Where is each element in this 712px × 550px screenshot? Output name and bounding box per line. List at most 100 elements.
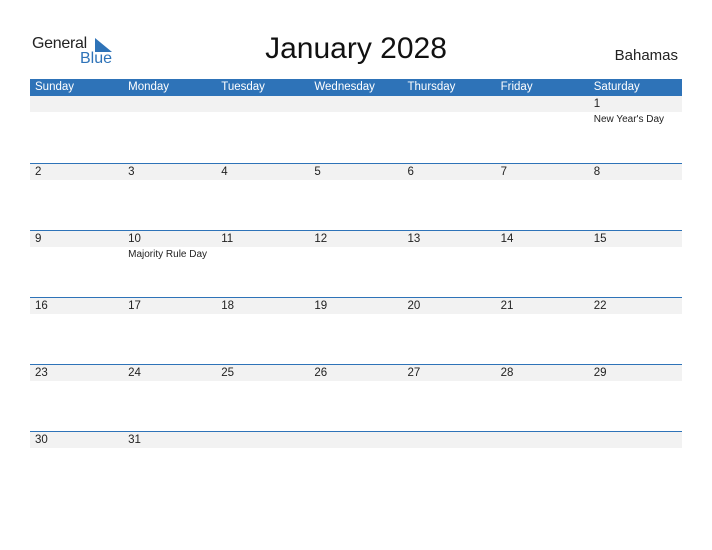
weekday-thursday: Thursday: [407, 81, 456, 93]
country-label: Bahamas: [614, 47, 678, 64]
day-number: 11: [216, 231, 310, 247]
day-number: 14: [495, 231, 589, 247]
day-number: 20: [402, 298, 496, 314]
day-cell: [216, 96, 310, 163]
day-cell: [216, 432, 310, 498]
day-cell: [402, 432, 496, 498]
day-cell: 29: [588, 365, 682, 431]
day-number: 12: [309, 231, 403, 247]
day-number: 8: [588, 164, 682, 180]
week-row: 16 17 18 19 20 21 22: [30, 297, 682, 364]
day-cell: 20: [402, 298, 496, 364]
day-number: 18: [216, 298, 310, 314]
day-cell: 26: [309, 365, 403, 431]
weekday-wednesday: Wednesday: [314, 81, 375, 93]
day-cell: 25: [216, 365, 310, 431]
day-number: [216, 432, 310, 448]
day-cell: 1 New Year's Day: [588, 96, 682, 163]
page-title: January 2028: [265, 32, 447, 65]
day-number: 5: [309, 164, 403, 180]
day-number: [588, 432, 682, 448]
day-cell: [30, 96, 124, 163]
day-cell: 2: [30, 164, 124, 230]
day-number: 15: [588, 231, 682, 247]
weekday-monday: Monday: [128, 81, 170, 93]
day-cell: 30: [30, 432, 124, 498]
day-cell: 24: [123, 365, 217, 431]
weekday-sunday: Sunday: [35, 81, 75, 93]
day-cell: [495, 96, 589, 163]
day-number: [495, 432, 589, 448]
day-number: 31: [123, 432, 217, 448]
day-number: 27: [402, 365, 496, 381]
day-number: 4: [216, 164, 310, 180]
day-cell: 19: [309, 298, 403, 364]
day-cell: [402, 96, 496, 163]
day-number: 1: [588, 96, 682, 112]
day-cell: 10 Majority Rule Day: [123, 231, 217, 297]
day-number: 19: [309, 298, 403, 314]
day-cell: 28: [495, 365, 589, 431]
day-cell: 22: [588, 298, 682, 364]
weekday-friday: Friday: [500, 81, 533, 93]
day-number: 2: [30, 164, 124, 180]
day-number: 21: [495, 298, 589, 314]
week-row: 1 New Year's Day: [30, 96, 682, 163]
day-number: 23: [30, 365, 124, 381]
day-number: 17: [123, 298, 217, 314]
day-cell: 27: [402, 365, 496, 431]
weekday-tuesday: Tuesday: [221, 81, 265, 93]
day-cell: 8: [588, 164, 682, 230]
day-cell: 6: [402, 164, 496, 230]
day-cell: [309, 96, 403, 163]
day-cell: 17: [123, 298, 217, 364]
day-cell: 3: [123, 164, 217, 230]
day-number: [402, 96, 496, 112]
day-cell: [588, 432, 682, 498]
day-number: 26: [309, 365, 403, 381]
day-number: [216, 96, 310, 112]
day-number: [495, 96, 589, 112]
day-cell: 16: [30, 298, 124, 364]
day-cell: 18: [216, 298, 310, 364]
weekday-header: Sunday Monday Tuesday Wednesday Thursday Frid…: [30, 79, 682, 96]
day-number: 29: [588, 365, 682, 381]
day-number: 10: [123, 231, 217, 247]
day-cell: 11: [216, 231, 310, 297]
day-cell: [309, 432, 403, 498]
day-number: [402, 432, 496, 448]
day-number: [30, 96, 124, 112]
day-number: 7: [495, 164, 589, 180]
day-number: [309, 96, 403, 112]
calendar-grid: Sunday Monday Tuesday Wednesday Thursday Frid…: [30, 79, 682, 498]
day-cell: 4: [216, 164, 310, 230]
holiday-label: Majority Rule Day: [128, 249, 208, 260]
day-number: 25: [216, 365, 310, 381]
day-cell: 12: [309, 231, 403, 297]
day-number: 28: [495, 365, 589, 381]
day-number: [309, 432, 403, 448]
day-cell: 5: [309, 164, 403, 230]
day-cell: 23: [30, 365, 124, 431]
day-cell: 9: [30, 231, 124, 297]
day-cell: 21: [495, 298, 589, 364]
week-row: 9 10 Majority Rule Day 11 12 13 14 15: [30, 230, 682, 297]
day-cell: [495, 432, 589, 498]
week-row: 2345678: [30, 163, 682, 230]
day-number: 22: [588, 298, 682, 314]
weekday-saturday: Saturday: [593, 81, 640, 93]
holiday-label: New Year's Day: [593, 114, 665, 125]
day-cell: 7: [495, 164, 589, 230]
day-cell: 13: [402, 231, 496, 297]
day-cell: 15: [588, 231, 682, 297]
week-row: 23 24 25 26 27 28 29: [30, 364, 682, 431]
day-number: 6: [402, 164, 496, 180]
day-number: 24: [123, 365, 217, 381]
day-number: 30: [30, 432, 124, 448]
day-number: 16: [30, 298, 124, 314]
day-cell: [123, 96, 217, 163]
day-cell: 14: [495, 231, 589, 297]
day-number: [123, 96, 217, 112]
day-number: 3: [123, 164, 217, 180]
day-cell: 31: [123, 432, 217, 498]
